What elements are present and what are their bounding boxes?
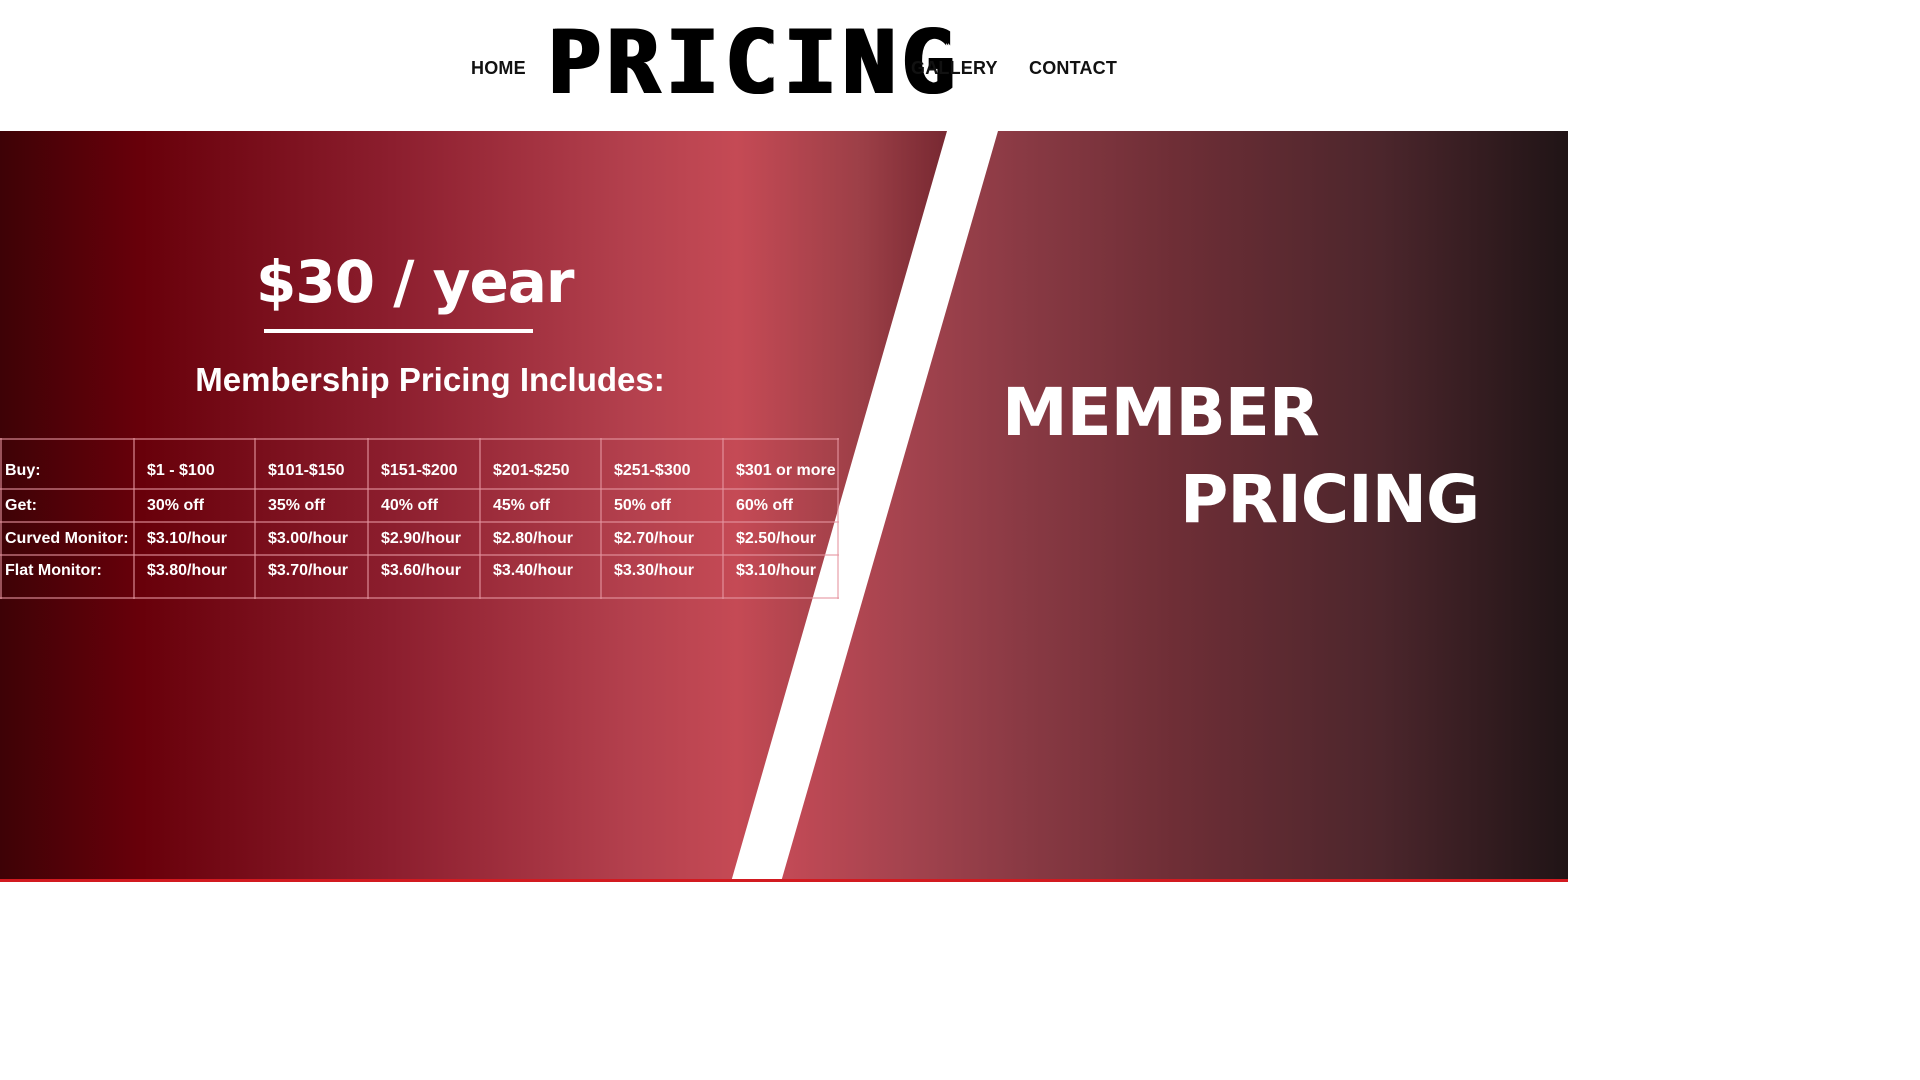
site-header: HOME PRICING GALLERY CONTACT xyxy=(0,0,1568,131)
table-cell: $3.30/hour xyxy=(600,554,724,599)
table-cell: 45% off xyxy=(479,488,602,523)
nav-gallery-link[interactable]: GALLERY xyxy=(911,58,998,79)
member-heading-line1: MEMBER xyxy=(1002,374,1320,451)
table-cell: $3.10/hour xyxy=(133,521,256,556)
table-cell: $2.90/hour xyxy=(367,521,481,556)
price-underline xyxy=(264,329,533,333)
table-cell: 35% off xyxy=(254,488,369,523)
nav-home-link[interactable]: HOME xyxy=(471,58,526,79)
membership-subtitle: Membership Pricing Includes: xyxy=(195,361,665,398)
table-cell: $3.10/hour xyxy=(722,554,839,599)
table-cell: 40% off xyxy=(367,488,481,523)
row-label-buy: Buy: xyxy=(0,438,135,490)
table-cell: $3.70/hour xyxy=(254,554,369,599)
nav-contact-link[interactable]: CONTACT xyxy=(1029,58,1117,79)
table-cell: $3.80/hour xyxy=(133,554,256,599)
table-cell: $1 - $100 xyxy=(133,438,256,490)
row-label-curved-monitor: Curved Monitor: xyxy=(0,521,135,556)
table-cell: $3.60/hour xyxy=(367,554,481,599)
site-logo: PRICING xyxy=(548,11,961,114)
row-label-flat-monitor: Flat Monitor: xyxy=(0,554,135,599)
membership-price: $30 / year xyxy=(256,248,575,316)
table-cell: 60% off xyxy=(722,488,839,523)
table-cell: $2.70/hour xyxy=(600,521,724,556)
table-cell: $3.00/hour xyxy=(254,521,369,556)
table-cell: 50% off xyxy=(600,488,724,523)
table-cell: $151-$200 xyxy=(367,438,481,490)
table-cell: $3.40/hour xyxy=(479,554,602,599)
table-row-get: Get: 30% off 35% off 40% off 45% off 50%… xyxy=(0,488,839,523)
pricing-table: Buy: $1 - $100 $101-$150 $151-$200 $201-… xyxy=(0,438,839,599)
table-cell: $201-$250 xyxy=(479,438,602,490)
table-cell: 30% off xyxy=(133,488,256,523)
table-cell: $251-$300 xyxy=(600,438,724,490)
table-row-buy: Buy: $1 - $100 $101-$150 $151-$200 $201-… xyxy=(0,438,839,490)
row-label-get: Get: xyxy=(0,488,135,523)
bottom-accent-line xyxy=(0,879,1568,882)
table-cell: $301 or more xyxy=(722,438,839,490)
table-row-curved-monitor: Curved Monitor: $3.10/hour $3.00/hour $2… xyxy=(0,521,839,556)
table-row-flat-monitor: Flat Monitor: $3.80/hour $3.70/hour $3.6… xyxy=(0,554,839,599)
table-cell: $2.50/hour xyxy=(722,521,839,556)
table-cell: $101-$150 xyxy=(254,438,369,490)
member-heading-line2: PRICING xyxy=(1180,461,1480,538)
table-cell: $2.80/hour xyxy=(479,521,602,556)
